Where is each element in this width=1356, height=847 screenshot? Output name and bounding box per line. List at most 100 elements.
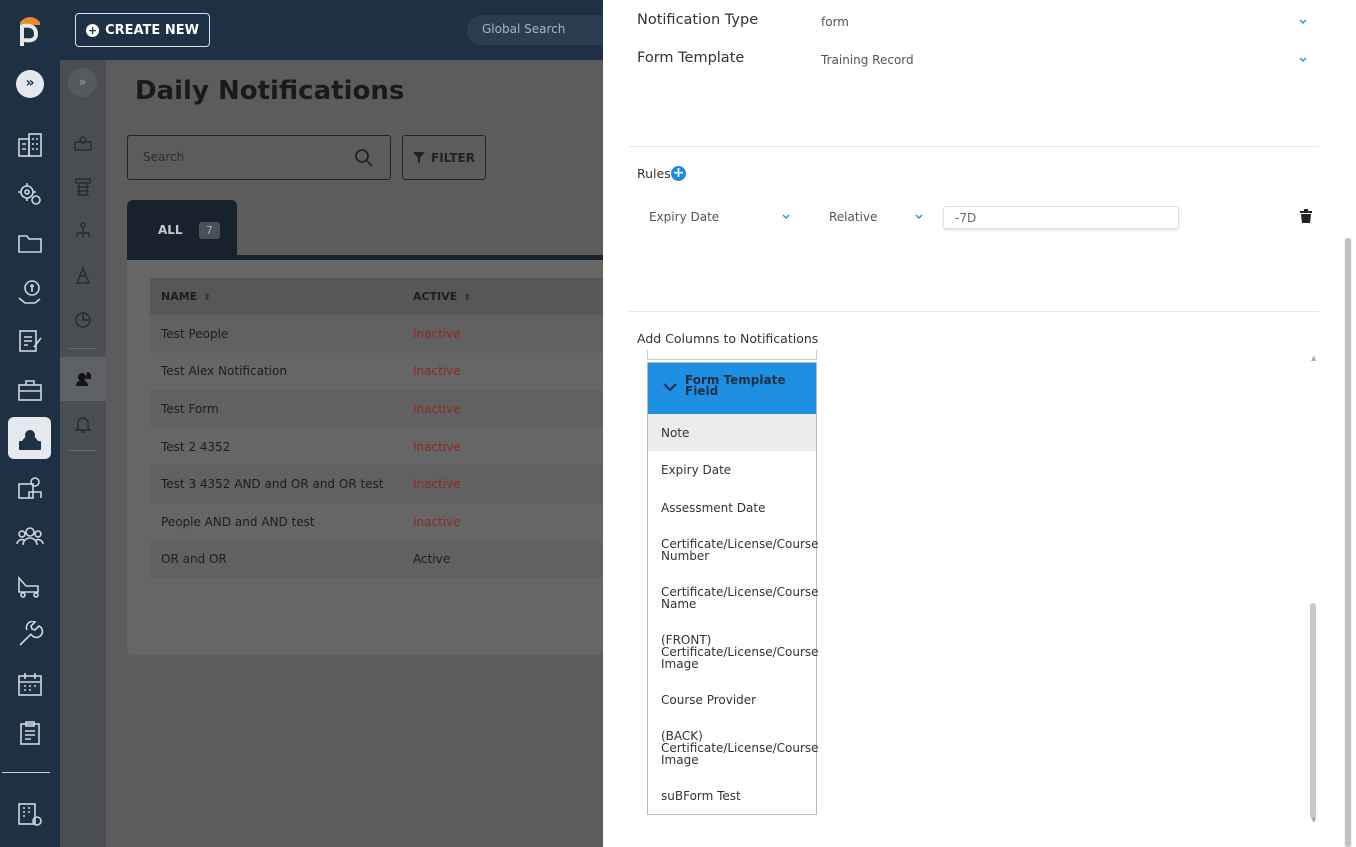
dropdown-option[interactable]: Certificate/License/Course Number: [648, 526, 819, 574]
plus-circle-icon: +: [86, 23, 100, 37]
filter-button[interactable]: FILTER: [402, 135, 486, 180]
section-divider: [629, 146, 1319, 147]
section-divider: [629, 311, 1319, 312]
filter-icon: [413, 151, 426, 164]
columns-select-box[interactable]: [647, 350, 817, 360]
clipboard-icon[interactable]: [16, 719, 44, 747]
dropdown-group-header[interactable]: Form Template Field: [648, 363, 816, 414]
notification-user-icon[interactable]: [16, 425, 44, 453]
team-icon[interactable]: [16, 523, 44, 551]
construction-vehicle-icon[interactable]: [16, 572, 44, 600]
dropdown-option[interactable]: Note: [648, 414, 816, 451]
notification-type-select[interactable]: form: [821, 15, 849, 29]
sub-sidebar: »: [60, 60, 106, 847]
sub-nav-bell-icon[interactable]: [73, 414, 93, 434]
table-row[interactable]: Test Alex Notification Inactive: [150, 353, 603, 391]
cell-name: OR and OR: [161, 552, 227, 567]
briefcase-icon[interactable]: [16, 376, 44, 404]
dropdown-option[interactable]: suBForm Test: [648, 778, 816, 814]
scroll-up-arrow[interactable]: ▲: [1311, 354, 1316, 362]
gears-icon[interactable]: [16, 180, 44, 208]
form-template-field-dropdown: Form Template Field Note Expiry Date Ass…: [647, 362, 819, 815]
sub-nav-cone-icon[interactable]: [73, 266, 93, 286]
dropdown-option[interactable]: Course Provider: [648, 681, 816, 718]
global-search-input[interactable]: Global Search: [467, 15, 617, 45]
table-row[interactable]: People AND and AND test Inactive: [150, 503, 603, 541]
filter-label: FILTER: [431, 150, 475, 165]
cell-active: Inactive: [413, 364, 461, 379]
sub-nav-user-icon[interactable]: [73, 133, 93, 153]
sub-nav-pie-chart-icon[interactable]: [73, 310, 93, 330]
dropdown-option[interactable]: Assessment Date: [648, 489, 816, 526]
table-row[interactable]: Test 2 4352 Inactive: [150, 428, 603, 466]
chevron-down-icon[interactable]: [781, 212, 791, 222]
sub-nav-tree-icon[interactable]: [73, 221, 93, 241]
search-input[interactable]: Search: [127, 135, 391, 180]
rule-mode-select[interactable]: Relative: [829, 210, 877, 224]
cell-name: Test People: [161, 326, 229, 341]
table-header-row: NAME ⬍ ACTIVE ⬍: [150, 278, 603, 315]
search-placeholder: Search: [143, 150, 185, 164]
table-row[interactable]: OR and OR Active: [150, 540, 603, 579]
dropdown-option[interactable]: (BACK) Certificate/License/Course Image: [648, 718, 819, 778]
scroll-down-arrow[interactable]: ▼: [1311, 816, 1316, 824]
rules-label: Rules: [637, 166, 671, 181]
tab-count-badge: 7: [198, 222, 220, 239]
column-active-label: ACTIVE: [413, 290, 458, 303]
people-network-icon[interactable]: [16, 474, 44, 502]
sort-icon[interactable]: ⬍: [463, 293, 471, 303]
cell-name: Test Form: [161, 401, 219, 416]
create-new-button[interactable]: + CREATE NEW: [75, 13, 210, 47]
sub-nav-notification-user-icon[interactable]: [73, 369, 93, 389]
form-template-label: Form Template: [637, 50, 745, 66]
notification-edit-panel: Notification Type form Form Template Tra…: [603, 0, 1356, 847]
chevron-down-icon[interactable]: [1298, 55, 1308, 65]
rule-value-input[interactable]: -7D: [943, 206, 1179, 229]
table-row[interactable]: Test People Inactive: [150, 315, 603, 353]
calendar-icon[interactable]: [16, 670, 44, 698]
add-rule-button[interactable]: +: [671, 166, 686, 181]
page-title: Daily Notifications: [135, 76, 405, 106]
main-sidebar: »: [0, 60, 60, 847]
wrench-icon[interactable]: [16, 620, 44, 649]
chevron-down-icon: [663, 383, 677, 392]
dropdown-option[interactable]: Certificate/License/Course Name: [648, 574, 819, 622]
sub-nav-hierarchy-icon[interactable]: [73, 177, 93, 197]
column-header-name[interactable]: NAME ⬍: [150, 290, 403, 303]
document-edit-icon[interactable]: [16, 327, 44, 355]
buildings-icon[interactable]: [16, 131, 44, 159]
collapse-subnav-button[interactable]: »: [68, 68, 97, 97]
dropdown-option[interactable]: Expiry Date: [648, 451, 816, 489]
sidebar-divider: [2, 772, 50, 773]
expand-sidebar-button[interactable]: »: [16, 70, 44, 98]
trash-icon[interactable]: [1300, 209, 1312, 223]
cell-name: People AND and AND test: [161, 514, 315, 529]
search-icon: [355, 149, 373, 167]
column-name-label: NAME: [161, 290, 198, 303]
column-header-active[interactable]: ACTIVE ⬍: [403, 290, 471, 303]
chevron-down-icon[interactable]: [914, 212, 924, 222]
dropdown-scrollbar-thumb[interactable]: [1310, 603, 1316, 818]
dropdown-option[interactable]: (FRONT) Certificate/License/Course Image: [648, 622, 819, 681]
tab-all-label: ALL: [158, 223, 183, 237]
cell-name: Test 3 4352 AND and OR and OR test: [161, 477, 384, 492]
panel-scrollbar-thumb[interactable]: [1345, 238, 1351, 847]
settings-building-icon[interactable]: [16, 800, 44, 828]
cell-name: Test Alex Notification: [161, 364, 287, 379]
chevron-down-icon[interactable]: [1298, 17, 1308, 27]
app-logo[interactable]: [14, 12, 46, 48]
money-hand-icon[interactable]: [16, 278, 44, 306]
rule-field-select[interactable]: Expiry Date: [649, 210, 719, 224]
form-template-select[interactable]: Training Record: [821, 53, 914, 67]
folder-icon[interactable]: [16, 229, 44, 257]
table-body: Test People Inactive Test Alex Notificati…: [150, 315, 603, 579]
cell-active: Inactive: [413, 439, 461, 454]
table-row[interactable]: Test 3 4352 AND and OR and OR test Inacti…: [150, 465, 603, 503]
create-new-label: CREATE NEW: [105, 22, 199, 38]
table-card: NAME ⬍ ACTIVE ⬍ Test People Inactive Test A…: [127, 260, 603, 655]
table-row[interactable]: Test Form Inactive: [150, 390, 603, 428]
subnav-divider: [69, 348, 96, 349]
tab-all[interactable]: ALL 7: [127, 200, 237, 260]
sort-icon[interactable]: ⬍: [203, 293, 211, 303]
cell-active: Inactive: [413, 401, 461, 416]
